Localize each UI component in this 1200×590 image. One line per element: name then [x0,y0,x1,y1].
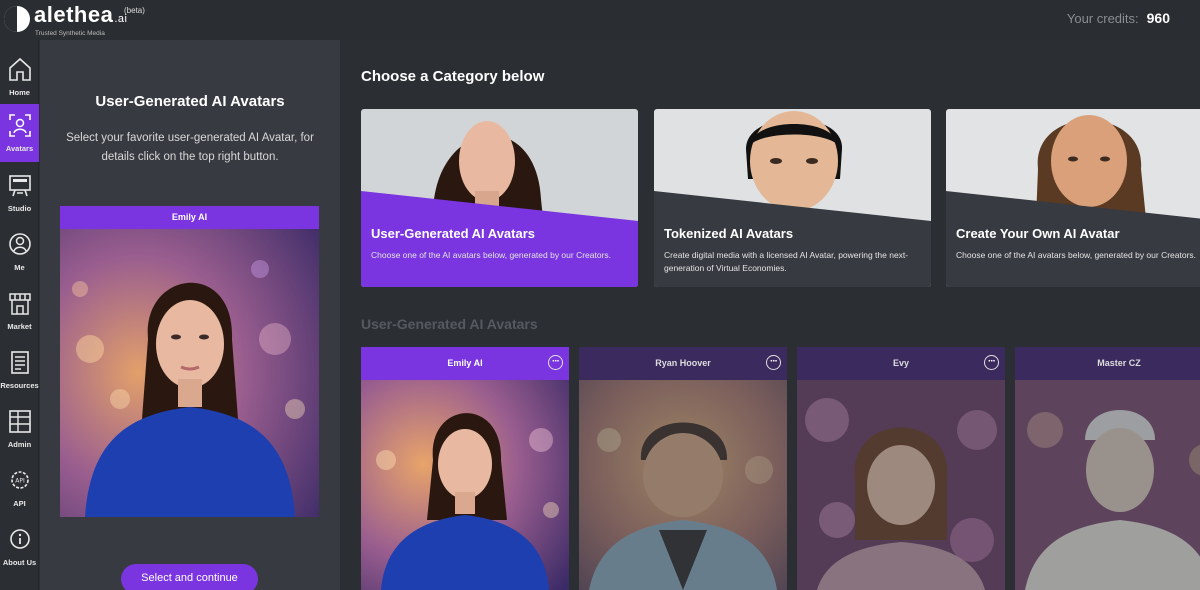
info-icon [9,529,30,549]
select-and-continue-button[interactable]: Select and continue [121,564,258,590]
avatar-card-header: Master CZ [1015,347,1200,380]
market-icon [8,293,31,315]
category-title: User-Generated AI Avatars [371,226,536,241]
avatar-card-master-cz[interactable]: Master CZ [1015,347,1200,590]
user-icon [8,233,31,255]
category-title: Create Your Own AI Avatar [956,226,1120,241]
sidebar-item-label: Admin [7,440,32,449]
svg-text:API: API [15,478,25,485]
sidebar-item-label: Me [14,263,25,272]
more-options-icon[interactable] [766,347,781,378]
sidebar-item-label: API [13,499,26,508]
sidebar-item-label: About Us [2,558,37,567]
sidebar-item-me[interactable]: Me [0,223,39,281]
category-card-user-generated[interactable]: User-Generated AI Avatars Choose one of … [361,109,638,287]
sidebar-item-about-us[interactable]: About Us [0,518,39,576]
avatar-card-header: Evy [797,347,1005,380]
sidebar-item-label: Resources [0,381,39,390]
top-bar: alethea.ai Trusted Synthetic Media (beta… [0,0,1200,40]
sidebar-item-avatars[interactable]: Avatars [0,104,39,162]
sidebar-item-resources[interactable]: Resources [0,341,39,399]
avatar-image [797,380,1005,590]
avatar-preview-image [60,229,319,517]
avatar-detail-panel: User-Generated AI Avatars Select your fa… [40,40,340,590]
sidebar-item-api[interactable]: API API [0,459,39,517]
panel-title: User-Generated AI Avatars [95,93,285,110]
avatar-card-header: Ryan Hoover [579,347,787,380]
main-content: Choose a Category below User-Generated A… [341,40,1200,590]
avatar-name: Ryan Hoover [655,358,711,368]
category-heading: Choose a Category below [361,68,545,85]
category-title: Tokenized AI Avatars [664,226,794,241]
logo-word: alethea [34,2,114,27]
avatar-name: Master CZ [1097,358,1141,368]
avatar-card-emily-ai[interactable]: Emily AI [361,347,569,590]
logo-mark-icon [4,6,30,32]
sidebar-item-label: Studio [7,204,32,213]
avatar-image [361,380,569,590]
avatar-scan-icon [8,114,31,137]
more-options-icon[interactable] [548,347,563,378]
more-options-icon[interactable] [984,347,999,378]
sidebar-item-label: Market [7,322,32,331]
credits-value: 960 [1146,10,1170,26]
avatar-card-evy[interactable]: Evy [797,347,1005,590]
avatar-name: Emily AI [447,358,483,368]
alethea-logo[interactable]: alethea.ai Trusted Synthetic Media (beta… [4,2,145,37]
sidebar-item-label: Avatars [5,144,34,153]
home-icon [8,57,31,81]
api-icon: API [10,471,29,489]
avatar-image [579,380,787,590]
credits-display: Your credits: 960 [1067,10,1170,26]
section-title: User-Generated AI Avatars [361,316,538,332]
logo-tagline: Trusted Synthetic Media [35,30,105,37]
avatar-image [1015,380,1200,590]
category-description: Choose one of the AI avatars below, gene… [371,250,612,260]
avatar-preview-name: Emily AI [60,206,319,229]
category-description: Create digital media with a licensed AI … [664,250,909,273]
sidebar-nav: Home Avatars Studio Me Market Resources … [0,40,39,590]
category-card-tokenized[interactable]: Tokenized AI Avatars Create digital medi… [654,109,931,287]
avatar-name: Evy [892,358,909,368]
sidebar-item-studio[interactable]: Studio [0,164,39,222]
sidebar-item-market[interactable]: Market [0,282,39,340]
avatar-card-header: Emily AI [361,347,569,380]
credits-label: Your credits: [1066,11,1139,26]
beta-badge: (beta) [124,6,145,15]
admin-icon [8,410,31,433]
sidebar-item-label: Home [9,88,30,97]
studio-icon [8,175,31,197]
panel-description: Select your favorite user-generated AI A… [66,132,314,163]
avatar-card-ryan-hoover[interactable]: Ryan Hoover [579,347,787,590]
avatar-preview-card[interactable]: Emily AI [60,206,319,517]
sidebar-item-home[interactable]: Home [0,48,39,106]
category-description: Choose one of the AI avatars below, gene… [956,250,1197,260]
sidebar-item-admin[interactable]: Admin [0,400,39,458]
category-card-create-own[interactable]: Create Your Own AI Avatar Choose one of … [946,109,1200,287]
document-icon [10,351,29,374]
